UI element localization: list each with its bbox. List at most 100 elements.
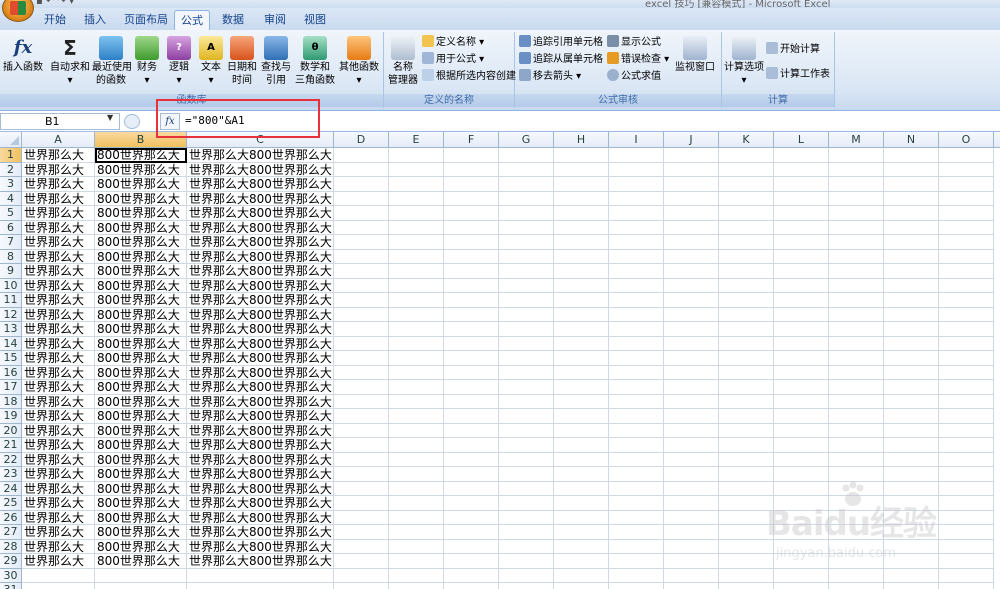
cell-c[interactable]: 世界那么大800世界那么大 — [187, 539, 334, 554]
cell-l[interactable] — [774, 206, 829, 221]
cell-a[interactable]: 世界那么大 — [22, 322, 95, 337]
cell-d[interactable] — [334, 510, 389, 525]
cell-i[interactable] — [609, 307, 664, 322]
cell-l[interactable] — [774, 554, 829, 569]
cell-d[interactable] — [334, 293, 389, 308]
cell-c[interactable]: 世界那么大800世界那么大 — [187, 380, 334, 395]
cell-i[interactable] — [609, 148, 664, 163]
cell-o[interactable] — [939, 438, 994, 453]
cell-e[interactable] — [389, 394, 444, 409]
cell-o[interactable] — [939, 394, 994, 409]
cell-f[interactable] — [444, 409, 499, 424]
cell-b[interactable]: 800世界那么大 — [95, 293, 187, 308]
cell-e[interactable] — [389, 380, 444, 395]
cell-c[interactable]: 世界那么大800世界那么大 — [187, 423, 334, 438]
tab-formulas[interactable]: 公式 — [174, 10, 210, 30]
save-icon[interactable]: ▪ — [36, 0, 43, 7]
cell-j[interactable] — [664, 177, 719, 192]
cell-c[interactable]: 世界那么大800世界那么大 — [187, 191, 334, 206]
column-header-f[interactable]: F — [444, 132, 499, 147]
cell-d[interactable] — [334, 307, 389, 322]
cell-e[interactable] — [389, 539, 444, 554]
cell-h[interactable] — [554, 293, 609, 308]
cell-a[interactable]: 世界那么大 — [22, 481, 95, 496]
name-box[interactable]: B1 — [0, 113, 120, 130]
cell-h[interactable] — [554, 177, 609, 192]
cell-e[interactable] — [389, 307, 444, 322]
cell-f[interactable] — [444, 365, 499, 380]
cell-j[interactable] — [664, 307, 719, 322]
cell-e[interactable] — [389, 467, 444, 482]
financial-button[interactable]: 财务 ▾ — [132, 34, 162, 87]
cell-g[interactable] — [499, 249, 554, 264]
cell-o[interactable] — [939, 467, 994, 482]
cell-f[interactable] — [444, 278, 499, 293]
row-header[interactable]: 11 — [0, 293, 22, 308]
cell-j[interactable] — [664, 264, 719, 279]
row-header[interactable]: 17 — [0, 380, 22, 395]
cell-f[interactable] — [444, 554, 499, 569]
cell-m[interactable] — [829, 351, 884, 366]
cell-n[interactable] — [884, 438, 939, 453]
cell-o[interactable] — [939, 322, 994, 337]
cell-b[interactable]: 800世界那么大 — [95, 307, 187, 322]
row-header[interactable]: 1 — [0, 148, 22, 163]
cell-i[interactable] — [609, 409, 664, 424]
cell-k[interactable] — [719, 206, 774, 221]
cell-k[interactable] — [719, 583, 774, 589]
cell-o[interactable] — [939, 220, 994, 235]
cell-a[interactable] — [22, 568, 95, 583]
row-header[interactable]: 23 — [0, 467, 22, 482]
row-header[interactable]: 10 — [0, 278, 22, 293]
cell-f[interactable] — [444, 467, 499, 482]
cell-n[interactable] — [884, 264, 939, 279]
row-header[interactable]: 25 — [0, 496, 22, 511]
row-header[interactable]: 12 — [0, 307, 22, 322]
cell-f[interactable] — [444, 351, 499, 366]
cell-n[interactable] — [884, 351, 939, 366]
cell-o[interactable] — [939, 554, 994, 569]
cell-k[interactable] — [719, 496, 774, 511]
cell-k[interactable] — [719, 322, 774, 337]
cell-a[interactable]: 世界那么大 — [22, 380, 95, 395]
cell-d[interactable] — [334, 191, 389, 206]
cell-d[interactable] — [334, 249, 389, 264]
cell-i[interactable] — [609, 452, 664, 467]
cell-m[interactable] — [829, 249, 884, 264]
cell-i[interactable] — [609, 351, 664, 366]
cell-g[interactable] — [499, 177, 554, 192]
cell-a[interactable]: 世界那么大 — [22, 162, 95, 177]
cell-m[interactable] — [829, 191, 884, 206]
autosum-button[interactable]: Σ 自动求和 ▾ — [48, 34, 92, 87]
cell-d[interactable] — [334, 554, 389, 569]
cell-j[interactable] — [664, 496, 719, 511]
cell-k[interactable] — [719, 264, 774, 279]
cell-g[interactable] — [499, 293, 554, 308]
undo-icon[interactable]: ↶ — [46, 0, 54, 7]
cell-n[interactable] — [884, 162, 939, 177]
cell-n[interactable] — [884, 481, 939, 496]
cell-n[interactable] — [884, 380, 939, 395]
cell-g[interactable] — [499, 525, 554, 540]
cell-g[interactable] — [499, 235, 554, 250]
cell-f[interactable] — [444, 423, 499, 438]
cell-f[interactable] — [444, 148, 499, 163]
cell-i[interactable] — [609, 554, 664, 569]
cell-a[interactable]: 世界那么大 — [22, 206, 95, 221]
cell-k[interactable] — [719, 365, 774, 380]
cell-g[interactable] — [499, 264, 554, 279]
cell-c[interactable]: 世界那么大800世界那么大 — [187, 336, 334, 351]
cell-d[interactable] — [334, 496, 389, 511]
cell-n[interactable] — [884, 525, 939, 540]
cell-m[interactable] — [829, 467, 884, 482]
cell-a[interactable]: 世界那么大 — [22, 554, 95, 569]
cell-o[interactable] — [939, 177, 994, 192]
cell-d[interactable] — [334, 467, 389, 482]
cell-d[interactable] — [334, 568, 389, 583]
cell-i[interactable] — [609, 220, 664, 235]
cell-k[interactable] — [719, 162, 774, 177]
cell-m[interactable] — [829, 583, 884, 589]
cell-g[interactable] — [499, 496, 554, 511]
cell-e[interactable] — [389, 438, 444, 453]
cell-b[interactable]: 800世界那么大 — [95, 365, 187, 380]
